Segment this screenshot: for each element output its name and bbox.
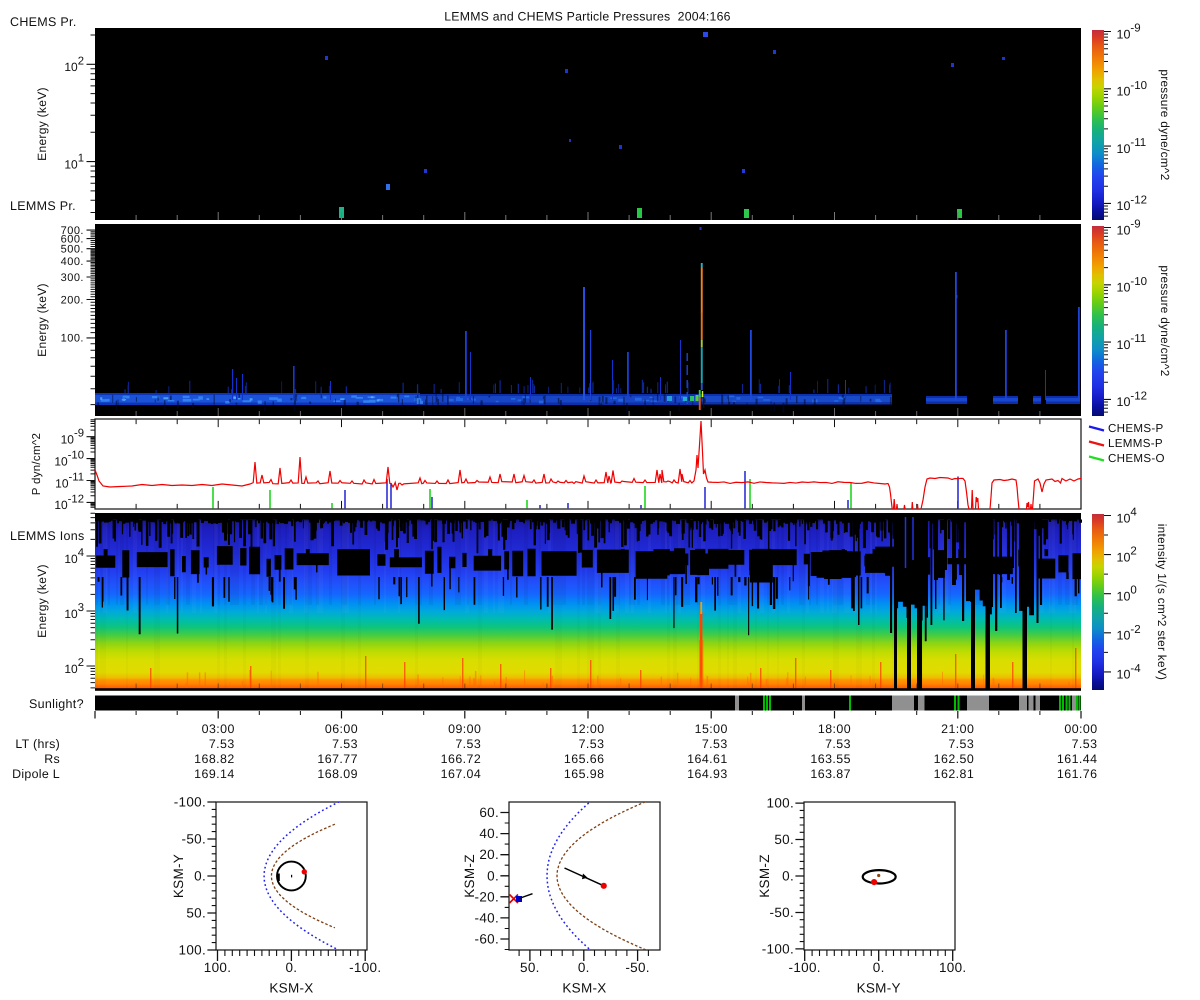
svg-text:0.: 0. xyxy=(194,869,206,884)
svg-text:CHEMS-P: CHEMS-P xyxy=(1108,422,1164,435)
svg-text:-50.: -50. xyxy=(182,832,206,847)
svg-text:LEMMS-P: LEMMS-P xyxy=(1108,437,1163,450)
svg-text:100.: 100. xyxy=(61,333,84,345)
svg-text:400.: 400. xyxy=(61,256,84,268)
svg-text:KSM-Y: KSM-Y xyxy=(857,981,901,996)
svg-text:LEMMS Pr.: LEMMS Pr. xyxy=(10,199,76,213)
svg-text:0.: 0. xyxy=(487,868,499,883)
svg-text:0.: 0. xyxy=(285,960,297,975)
svg-text:50.: 50. xyxy=(186,906,206,921)
svg-text:168.09: 168.09 xyxy=(317,767,358,781)
svg-text:Energy (keV): Energy (keV) xyxy=(35,87,49,161)
svg-text:0.: 0. xyxy=(873,960,885,975)
svg-text:0.: 0. xyxy=(782,869,794,884)
svg-text:-100.: -100. xyxy=(789,960,821,975)
svg-text:167.04: 167.04 xyxy=(441,767,482,781)
svg-text:-100.: -100. xyxy=(174,795,206,810)
svg-text:Sunlight?: Sunlight? xyxy=(29,697,84,711)
svg-text:-100.: -100. xyxy=(762,941,794,956)
svg-text:00:00: 00:00 xyxy=(1064,722,1097,736)
svg-text:09:00: 09:00 xyxy=(448,722,481,736)
svg-text:700.: 700. xyxy=(61,225,84,237)
svg-text:LEMMS Ions: LEMMS Ions xyxy=(10,529,85,543)
svg-text:165.66: 165.66 xyxy=(564,752,605,766)
svg-text:KSM-X: KSM-X xyxy=(562,981,606,996)
svg-text:40.: 40. xyxy=(479,826,499,841)
svg-text:161.76: 161.76 xyxy=(1057,767,1098,781)
svg-text:7.53: 7.53 xyxy=(825,737,851,751)
svg-text:100.: 100. xyxy=(179,943,206,958)
svg-text:7.53: 7.53 xyxy=(579,737,605,751)
svg-text:165.98: 165.98 xyxy=(564,767,605,781)
svg-text:Energy (keV): Energy (keV) xyxy=(35,283,49,357)
svg-text:Energy (keV): Energy (keV) xyxy=(35,564,49,638)
svg-text:7.53: 7.53 xyxy=(332,737,358,751)
svg-text:15:00: 15:00 xyxy=(695,722,728,736)
svg-text:-20.: -20. xyxy=(475,889,499,904)
svg-text:7.53: 7.53 xyxy=(1072,737,1098,751)
svg-text:KSM-X: KSM-X xyxy=(269,981,313,996)
svg-text:300.: 300. xyxy=(61,272,84,284)
svg-text:12:00: 12:00 xyxy=(571,722,604,736)
svg-text:50.: 50. xyxy=(774,832,794,847)
svg-text:Dipole L: Dipole L xyxy=(12,767,60,781)
svg-text:161.44: 161.44 xyxy=(1057,752,1098,766)
svg-text:50.: 50. xyxy=(520,960,540,975)
svg-text:Rs: Rs xyxy=(44,752,60,766)
svg-text:168.82: 168.82 xyxy=(194,752,235,766)
svg-text:-40.: -40. xyxy=(475,910,499,925)
svg-text:169.14: 169.14 xyxy=(194,767,235,781)
svg-text:CHEMS-O: CHEMS-O xyxy=(1108,452,1165,465)
svg-text:20.: 20. xyxy=(479,847,499,862)
svg-text:163.55: 163.55 xyxy=(810,752,851,766)
svg-text:LEMMS and CHEMS Particle Press: LEMMS and CHEMS Particle Pressures 2004:… xyxy=(444,10,730,24)
svg-text:pressure dyne/cm^2: pressure dyne/cm^2 xyxy=(1158,265,1172,376)
svg-text:P dyn/cm^2: P dyn/cm^2 xyxy=(31,433,43,496)
svg-text:167.77: 167.77 xyxy=(317,752,358,766)
svg-text:KSM-Z: KSM-Z xyxy=(462,854,477,898)
svg-text:-50.: -50. xyxy=(770,905,794,920)
svg-text:7.53: 7.53 xyxy=(455,737,481,751)
svg-text:pressure dyne/cm^2: pressure dyne/cm^2 xyxy=(1158,69,1172,180)
svg-text:163.87: 163.87 xyxy=(810,767,851,781)
svg-text:7.53: 7.53 xyxy=(702,737,728,751)
svg-text:LT (hrs): LT (hrs) xyxy=(15,737,60,751)
svg-text:166.72: 166.72 xyxy=(441,752,482,766)
svg-text:100.: 100. xyxy=(767,796,794,811)
svg-text:7.53: 7.53 xyxy=(209,737,235,751)
svg-text:164.93: 164.93 xyxy=(687,767,728,781)
svg-text:-100.: -100. xyxy=(349,960,381,975)
svg-text:CHEMS Pr.: CHEMS Pr. xyxy=(10,15,77,29)
svg-text:200.: 200. xyxy=(61,294,84,306)
svg-text:162.50: 162.50 xyxy=(934,752,975,766)
svg-text:-60.: -60. xyxy=(475,931,499,946)
svg-text:100.: 100. xyxy=(939,960,966,975)
svg-text:03:00: 03:00 xyxy=(202,722,235,736)
svg-text:18:00: 18:00 xyxy=(818,722,851,736)
svg-text:100.: 100. xyxy=(204,960,231,975)
svg-text:KSM-Z: KSM-Z xyxy=(757,854,772,898)
svg-text:162.81: 162.81 xyxy=(934,767,975,781)
svg-text:164.61: 164.61 xyxy=(687,752,728,766)
svg-text:21:00: 21:00 xyxy=(941,722,974,736)
svg-text:intensity 1/(s cm^2 ster keV): intensity 1/(s cm^2 ster keV) xyxy=(1155,524,1169,681)
svg-text:06:00: 06:00 xyxy=(325,722,358,736)
svg-text:KSM-Y: KSM-Y xyxy=(171,854,186,898)
svg-text:60.: 60. xyxy=(479,805,499,820)
svg-text:7.53: 7.53 xyxy=(948,737,974,751)
svg-text:0.: 0. xyxy=(578,960,590,975)
svg-text:-50.: -50. xyxy=(625,960,649,975)
